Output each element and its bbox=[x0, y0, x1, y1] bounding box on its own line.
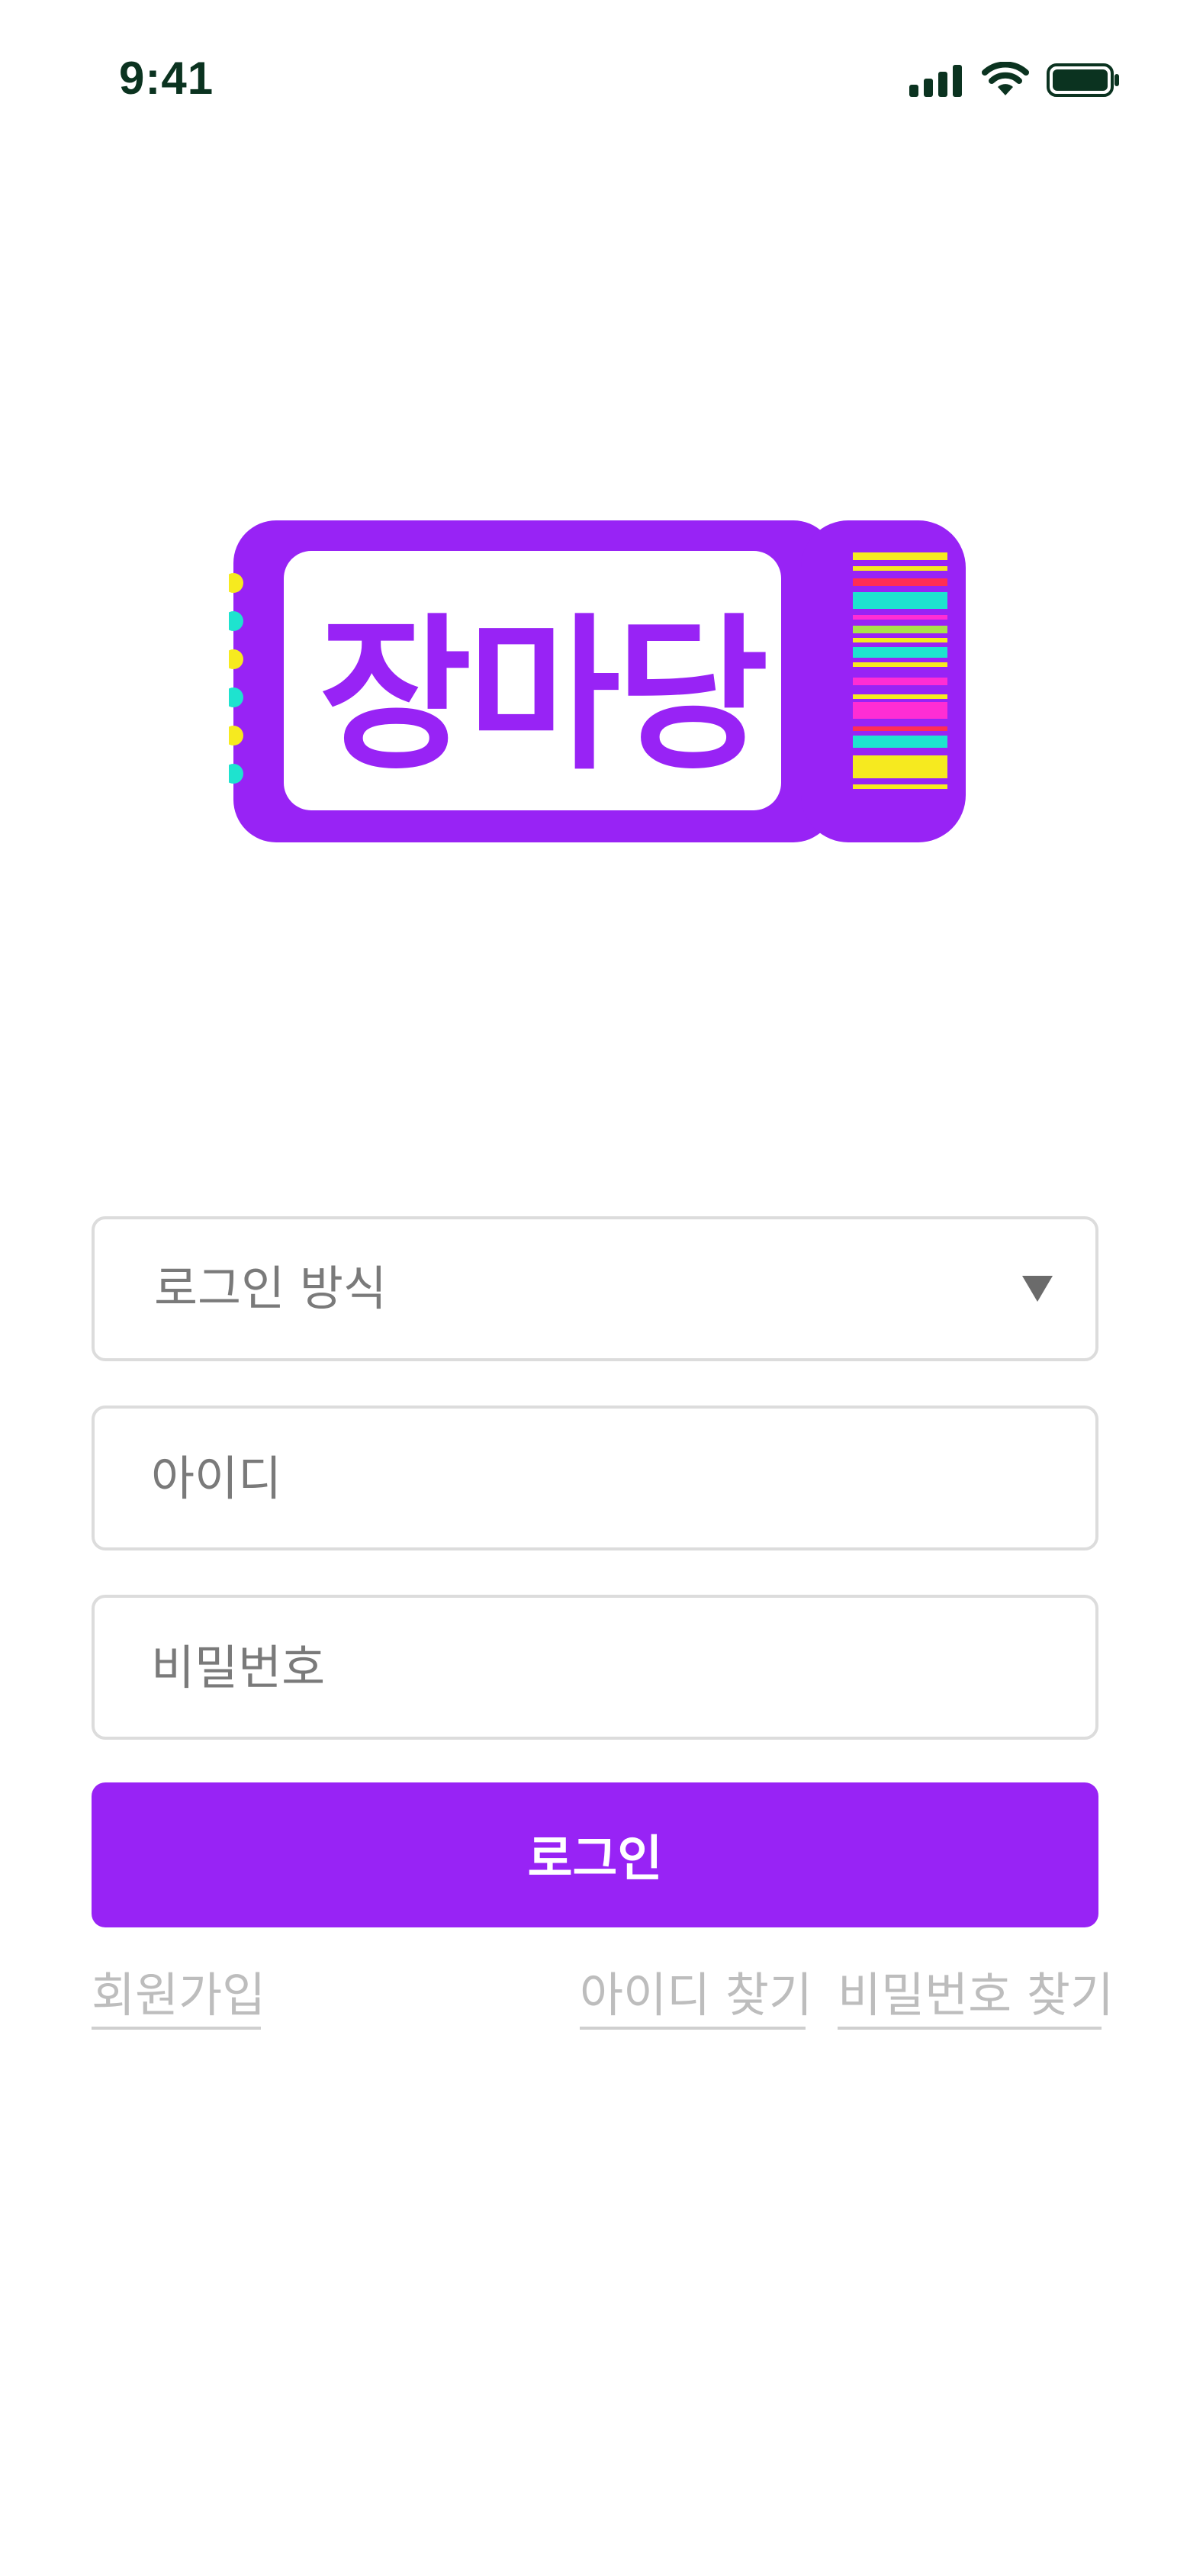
status-icons bbox=[909, 60, 1121, 101]
find-id-link[interactable]: 아이디 찾기 bbox=[580, 1967, 812, 2030]
signup-link[interactable]: 회원가입 bbox=[92, 1967, 265, 2030]
app-logo: 장마당 bbox=[224, 519, 966, 844]
dropdown-arrow-icon bbox=[1022, 1276, 1053, 1302]
wifi-icon bbox=[981, 62, 1030, 98]
battery-icon bbox=[1047, 63, 1121, 98]
user-id-field bbox=[92, 1406, 1098, 1550]
status-time: 9:41 bbox=[119, 53, 214, 104]
login-method-value: 로그인 방식 bbox=[154, 1261, 387, 1316]
password-field bbox=[92, 1595, 1098, 1740]
status-bar: 9:41 bbox=[0, 0, 1190, 160]
login-button[interactable]: 로그인 bbox=[92, 1782, 1098, 1927]
logo-wordmark: 장마당 bbox=[319, 600, 769, 793]
find-password-link[interactable]: 비밀번호 찾기 bbox=[838, 1967, 1114, 2030]
login-method-select[interactable]: 로그인 방식 bbox=[92, 1216, 1098, 1361]
signal-icon bbox=[909, 63, 964, 97]
user-id-input[interactable] bbox=[151, 1409, 1028, 1547]
password-input[interactable] bbox=[151, 1598, 1028, 1737]
